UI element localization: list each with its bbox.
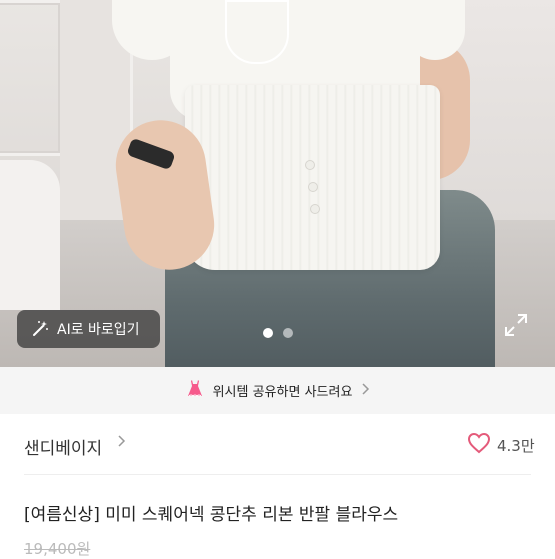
store-row[interactable]: 샌디베이지 4.3만 — [0, 414, 555, 474]
expand-icon[interactable] — [503, 312, 529, 338]
share-banner-label: 위시템 공유하면 사드려요 — [212, 385, 353, 400]
carousel-dot-active[interactable] — [262, 328, 273, 338]
product-title: [여름신상] 미미 스퀘어넥 콩단추 리본 반팔 블라우스 — [24, 505, 399, 525]
blouse-body — [185, 85, 440, 270]
chevron-right-icon — [360, 382, 370, 399]
blouse-button — [305, 160, 315, 170]
product-image[interactable]: AI로 바로입기 — [0, 0, 555, 367]
blouse-button — [308, 182, 318, 192]
heart-icon — [467, 432, 491, 458]
wishlist-share-banner[interactable]: 위시템 공유하면 사드려요 — [0, 367, 555, 414]
carousel-dot[interactable] — [282, 328, 293, 338]
store-name[interactable]: 샌디베이지 — [24, 434, 102, 459]
store-chevron-icon[interactable] — [116, 434, 126, 452]
original-price: 19,400원 — [24, 540, 91, 558]
dress-icon — [185, 379, 205, 403]
divider — [24, 474, 531, 475]
like-button[interactable]: 4.3만 — [467, 432, 535, 458]
background-frame — [0, 0, 63, 156]
blouse-ribbon — [225, 0, 289, 64]
carousel-indicator — [0, 328, 555, 338]
like-count: 4.3만 — [497, 436, 535, 455]
background-bed — [0, 160, 60, 310]
blouse-button — [310, 204, 320, 214]
